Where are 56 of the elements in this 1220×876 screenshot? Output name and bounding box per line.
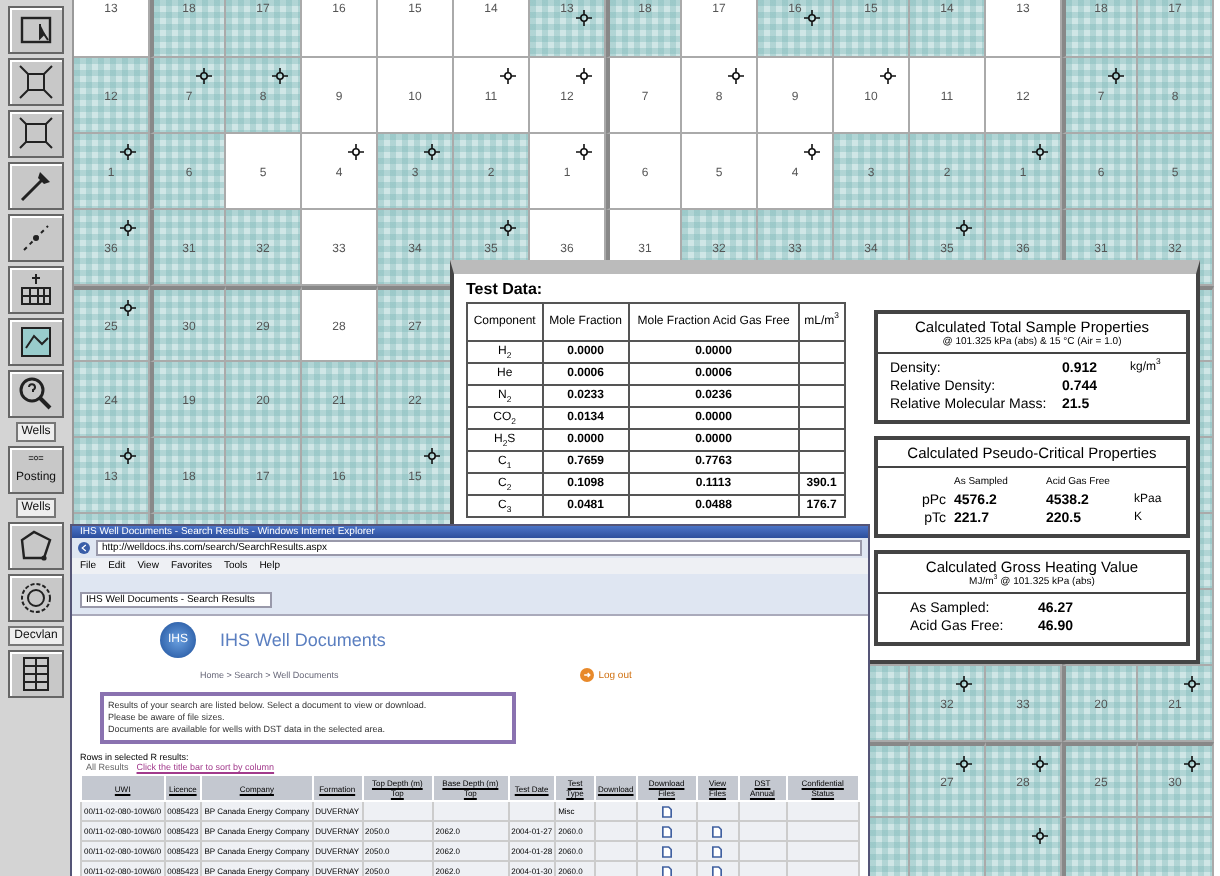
search-icon [16, 374, 56, 414]
zoom-box-icon [16, 62, 56, 102]
well-symbol-icon[interactable] [1184, 676, 1200, 692]
well-symbol-icon[interactable] [576, 10, 592, 26]
well-symbol-icon[interactable] [804, 10, 820, 26]
well-symbol-icon[interactable] [1032, 144, 1048, 160]
tool-button[interactable] [8, 370, 64, 418]
tool-button[interactable] [8, 162, 64, 210]
tool-button[interactable] [8, 58, 64, 106]
pen-icon [16, 166, 56, 206]
well-symbol-icon[interactable] [120, 144, 136, 160]
well-symbol-icon[interactable] [1032, 828, 1048, 844]
well-symbol-icon[interactable] [424, 144, 440, 160]
tool-button[interactable] [8, 6, 64, 54]
value-cell [798, 407, 845, 429]
well-symbol-icon[interactable] [424, 448, 440, 464]
well-symbol-icon[interactable] [956, 676, 972, 692]
back-icon[interactable] [78, 542, 90, 554]
page-heading: IHS Well Documents [220, 630, 386, 650]
well-symbol-icon[interactable] [804, 144, 820, 160]
well-symbol-icon[interactable] [1184, 756, 1200, 772]
tool-button[interactable] [8, 318, 64, 366]
polygon-icon [16, 526, 56, 566]
panel-heading: Test Data: [466, 280, 545, 298]
well-symbol-icon[interactable] [880, 68, 896, 84]
well-symbol-icon[interactable] [120, 300, 136, 316]
well-symbol-icon[interactable] [576, 144, 592, 160]
well-symbol-icon[interactable] [348, 144, 364, 160]
well-symbol-icon[interactable] [956, 220, 972, 236]
tool-button[interactable] [8, 574, 64, 622]
area-circle-icon [16, 578, 56, 618]
map-icon [16, 322, 56, 362]
tool-button[interactable] [8, 266, 64, 314]
value-cell [798, 451, 845, 473]
well-symbol-icon[interactable] [272, 68, 288, 84]
value-cell [798, 429, 845, 451]
value-cell [798, 385, 845, 407]
well-symbol-icon[interactable] [120, 448, 136, 464]
value-cell [798, 341, 845, 363]
well-symbol-icon[interactable] [1032, 756, 1048, 772]
tool-button[interactable] [8, 650, 64, 698]
well-symbol-icon[interactable] [120, 220, 136, 236]
value-cell [798, 363, 845, 385]
well-symbol-icon[interactable] [1108, 68, 1124, 84]
tool-button[interactable] [8, 110, 64, 158]
logout-icon [580, 668, 595, 682]
well-symbol-icon[interactable] [196, 68, 212, 84]
tool-button[interactable] [8, 522, 64, 570]
well-symbol-icon[interactable] [500, 220, 516, 236]
well-symbol-icon[interactable] [500, 68, 516, 84]
grid-icon [16, 270, 56, 310]
tool-button[interactable] [8, 214, 64, 262]
well-symbol-icon[interactable] [576, 68, 592, 84]
well-symbol-icon[interactable] [728, 68, 744, 84]
zoom-box-icon [16, 114, 56, 154]
well-symbol-icon[interactable] [956, 756, 972, 772]
